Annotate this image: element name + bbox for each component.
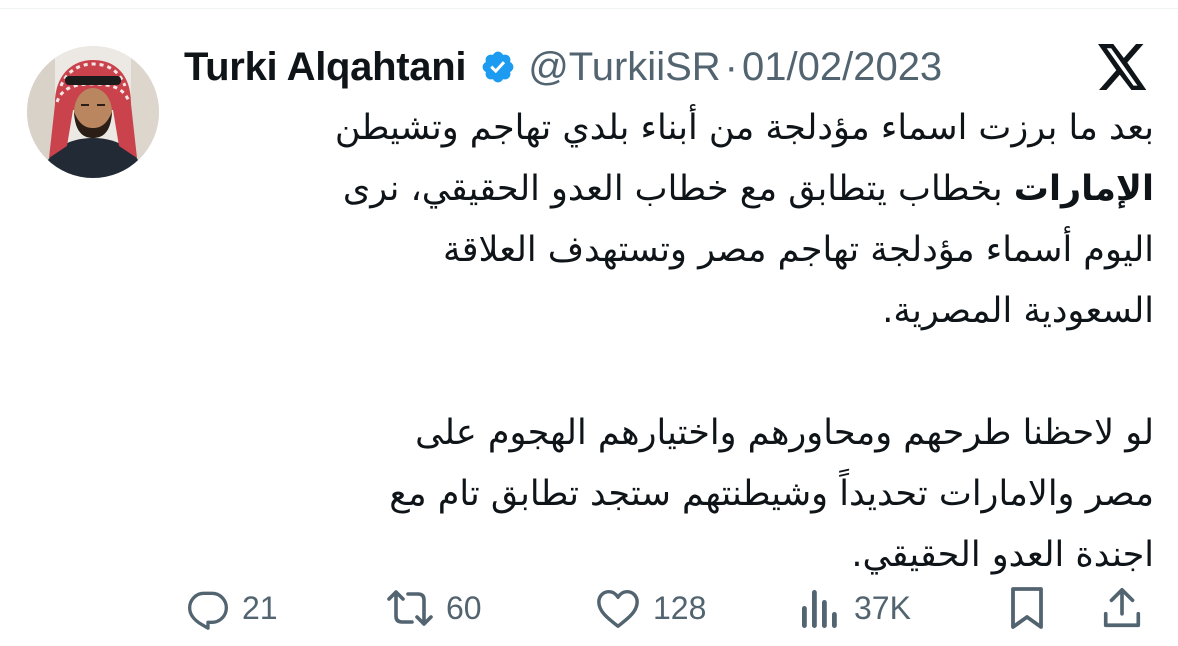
reply-icon [186, 586, 230, 630]
views-icon [800, 586, 842, 630]
heart-icon [595, 586, 641, 630]
reply-button[interactable]: 21 [186, 580, 278, 636]
share-button[interactable] [1100, 580, 1144, 636]
x-logo-icon [1097, 44, 1149, 90]
tweet-header: Turki Alqahtani @TurkiiSR · 01/02/2023 [184, 42, 942, 92]
share-icon [1100, 585, 1144, 631]
tweet-line: اليوم أسماء مؤدلجة تهاجم مصر وتستهدف الع… [442, 230, 1154, 270]
retweet-icon [386, 586, 434, 630]
tweet-line: بعد ما برزت اسماء مؤدلجة من أبناء بلدي ت… [334, 108, 1154, 148]
views-button[interactable]: 37K [800, 580, 911, 636]
tweet-text: بعد ما برزت اسماء مؤدلجة من أبناء بلدي ت… [186, 98, 1154, 586]
hashtag-bold-text: الإمارات [1013, 169, 1154, 209]
tweet-line: السعودية المصرية. [882, 291, 1154, 331]
author-name[interactable]: Turki Alqahtani [184, 45, 466, 90]
bookmark-icon [1006, 584, 1048, 632]
tweet-line-rest: بخطاب يتطابق مع خطاب العدو الحقيقي، نرى [342, 169, 1014, 209]
tweet-date[interactable]: 01/02/2023 [742, 45, 942, 90]
like-button[interactable]: 128 [595, 580, 706, 636]
bookmark-button[interactable] [1006, 580, 1048, 636]
views-count: 37K [854, 589, 911, 626]
like-count: 128 [653, 589, 707, 626]
tweet-line: اجندة العدو الحقيقي. [851, 535, 1154, 575]
author-handle[interactable]: @TurkiiSR [528, 45, 720, 90]
avatar-portrait-icon [27, 46, 159, 178]
avatar[interactable] [27, 46, 159, 178]
action-bar: 21 60 128 37K [0, 580, 1178, 636]
verified-badge-icon[interactable] [480, 49, 516, 85]
top-divider [0, 8, 1178, 9]
tweet-line: لو لاحظنا طرحهم ومحاورهم واختيارهم الهجو… [415, 413, 1154, 453]
tweet-line: الإمارات بخطاب يتطابق مع خطاب العدو الحق… [186, 159, 1154, 220]
retweet-count: 60 [446, 589, 482, 626]
tweet-line: مصر والامارات تحديداً وشيطنتهم ستجد تطاب… [389, 474, 1154, 514]
header-separator: · [724, 44, 738, 89]
reply-count: 21 [242, 589, 278, 626]
retweet-button[interactable]: 60 [386, 580, 482, 636]
